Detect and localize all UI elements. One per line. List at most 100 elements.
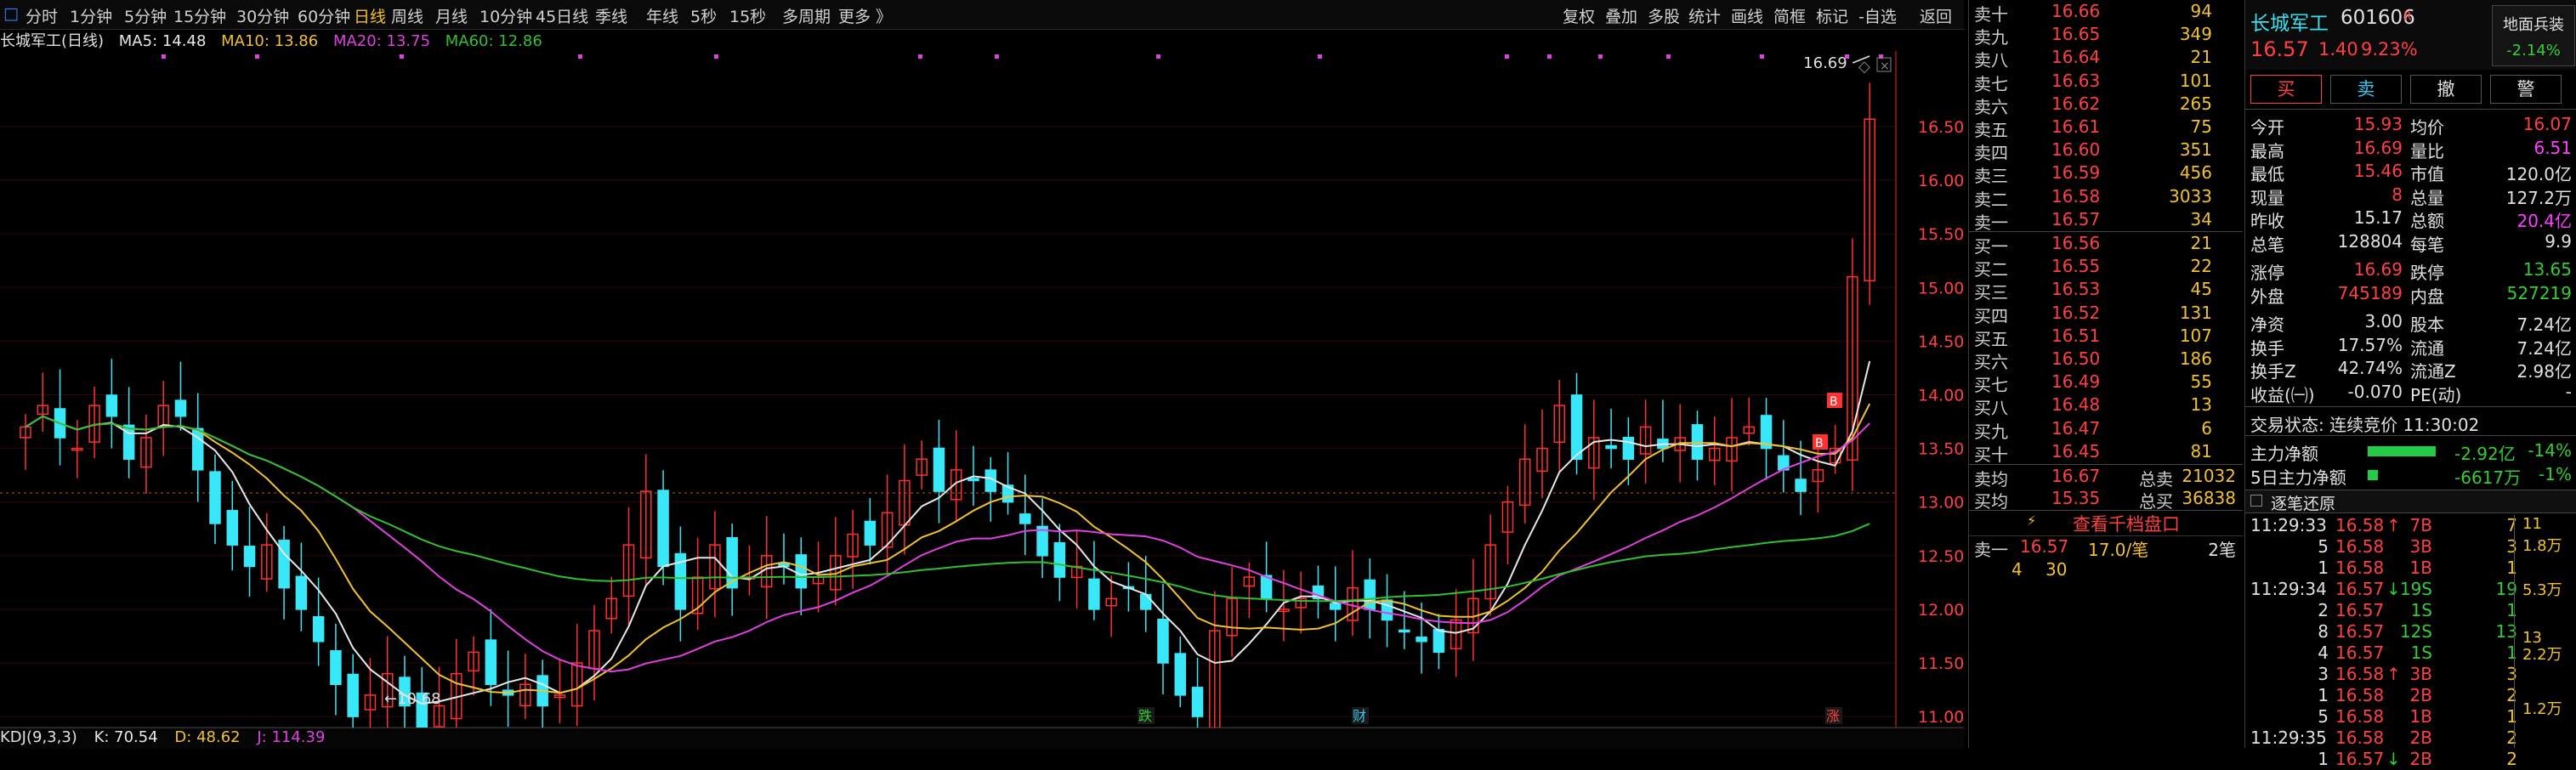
chart-tools: 复权 叠加 多股 统计 画线 简框 标记 -自选 返回	[1547, 0, 1964, 29]
period-tab-4[interactable]: 30分钟	[236, 4, 289, 27]
period-tab-2[interactable]: 5分钟	[124, 4, 167, 27]
period-tab-16[interactable]: 更多 》	[838, 4, 892, 27]
y-tick-label: 11.00	[1918, 708, 1964, 727]
bid-row[interactable]: 买二 16.55 22	[1969, 256, 2243, 280]
period-tab-8[interactable]: 月线	[435, 4, 468, 27]
ticks-header[interactable]: 逐笔还原	[2245, 490, 2576, 513]
tick-side-divider	[2514, 515, 2515, 748]
flow-value: -6617万	[2454, 467, 2522, 488]
stat-right-key: 流通	[2410, 337, 2444, 359]
period-tab-7[interactable]: 周线	[391, 4, 423, 27]
ticks-toggle-icon[interactable]	[2250, 495, 2262, 507]
ask-row[interactable]: 卖一 16.57 34	[1969, 209, 2243, 233]
candlestick-chart[interactable]: 16.50 16.00 15.50 15.00 14.50 14.00 13.50 13.00…	[0, 51, 1964, 728]
close-x-icon[interactable]: ×	[1880, 59, 1890, 73]
tool-button-3[interactable]: 统计	[1688, 4, 1721, 27]
stat-right-key: 每笔	[2410, 234, 2444, 255]
event-marker-label: 财	[1353, 708, 1366, 724]
bid-row[interactable]: 买四 16.52 131	[1969, 303, 2243, 326]
ask-price: 16.62	[2051, 93, 2101, 114]
tool-button-6[interactable]: 标记	[1816, 4, 1848, 27]
stat-left-key: 收益(㈠)	[2250, 384, 2315, 405]
bid-row[interactable]: 买七 16.49 55	[1969, 371, 2243, 395]
tick-price: 16.58	[2335, 685, 2385, 705]
period-tab-10[interactable]: 45日线	[536, 4, 588, 27]
stat-right-key: 总额	[2410, 211, 2444, 231]
y-tick-label: 13.50	[1918, 440, 1964, 459]
panel-divider	[2245, 435, 2576, 436]
ask-row[interactable]: 卖六 16.62 265	[1969, 93, 2243, 117]
candle-body	[864, 520, 877, 546]
sector-box[interactable]: 地面兵装 -2.14%	[2492, 5, 2575, 66]
arrow-down-icon: ↓	[2386, 749, 2401, 769]
trade-action-3[interactable]: 警	[2490, 75, 2562, 104]
period-tab-6[interactable]: 日线	[354, 4, 386, 27]
last-trade-b: 30	[2045, 559, 2068, 580]
tool-button-8[interactable]: 返回	[1920, 4, 1952, 27]
ask-price: 16.60	[2051, 139, 2101, 161]
period-tab-0[interactable]: 分时	[26, 4, 58, 27]
candle-body	[795, 554, 808, 589]
y-tick-label: 14.00	[1918, 387, 1964, 405]
period-tab-5[interactable]: 60分钟	[298, 4, 350, 27]
stat-left-key: 最低	[2250, 164, 2284, 184]
bid-row[interactable]: 买六 16.50 186	[1969, 348, 2243, 372]
ask-row[interactable]: 卖二 16.58 3033	[1969, 186, 2243, 210]
tool-button-7[interactable]: -自选	[1858, 4, 1897, 27]
ask-label: 卖七	[1974, 73, 2008, 94]
stat-right-key: PE(动)	[2410, 384, 2462, 405]
y-tick-label: 13.00	[1918, 494, 1964, 512]
period-tab-13[interactable]: 5秒	[690, 4, 717, 27]
event-dot	[1547, 54, 1552, 59]
tool-button-5[interactable]: 简框	[1773, 4, 1806, 27]
period-tab-9[interactable]: 10分钟	[479, 4, 532, 27]
bid-row[interactable]: 买三 16.53 45	[1969, 279, 2243, 303]
flow-bar	[2368, 446, 2436, 456]
ask-row[interactable]: 卖四 16.60 351	[1969, 139, 2243, 163]
ask-row[interactable]: 卖三 16.59 456	[1969, 162, 2243, 186]
ask-row[interactable]: 卖五 16.61 75	[1969, 116, 2243, 140]
trade-action-2[interactable]: 撤	[2410, 75, 2482, 104]
tool-button-1[interactable]: 叠加	[1605, 4, 1637, 27]
period-tab-12[interactable]: 年线	[646, 4, 678, 27]
stat-left-key: 净资	[2250, 314, 2284, 335]
bid-row[interactable]: 买一 16.56 21	[1969, 233, 2243, 257]
ask-label: 卖五	[1974, 120, 2008, 140]
bid-row[interactable]: 买十 16.45 81	[1969, 441, 2243, 465]
stat-left-value: 16.69	[2353, 137, 2403, 158]
stat-left-key: 换手	[2250, 337, 2284, 359]
period-tab-15[interactable]: 多周期	[782, 4, 831, 27]
view-1000-link[interactable]: 查看千档盘口	[2073, 511, 2180, 536]
ma60-label: MA60: 12.86	[445, 32, 542, 50]
sector-name: 地面兵装	[2503, 16, 2564, 34]
menu-square-icon[interactable]: □	[3, 4, 19, 23]
stock-name: 长城军工	[2250, 13, 2329, 35]
summary-price: 16.67	[2051, 466, 2101, 486]
period-tab-14[interactable]: 15秒	[729, 4, 766, 27]
ask-row[interactable]: 卖十 16.66 94	[1969, 1, 2243, 25]
bid-row[interactable]: 买八 16.48 13	[1969, 394, 2243, 418]
y-tick-label: 12.50	[1918, 547, 1964, 566]
ask-row[interactable]: 卖九 16.65 349	[1969, 24, 2243, 48]
tool-button-2[interactable]: 多股	[1648, 4, 1680, 27]
tick-time: 11:29:35	[2250, 728, 2327, 748]
stock-change: 1.40	[2318, 39, 2358, 59]
bid-row[interactable]: 买五 16.51 107	[1969, 326, 2243, 349]
tick-volume: 2B	[2409, 685, 2432, 705]
flow-pct: -14%	[2528, 440, 2572, 461]
trade-action-1[interactable]: 卖	[2330, 75, 2402, 104]
period-tab-11[interactable]: 季线	[595, 4, 627, 27]
ask-row[interactable]: 卖八 16.64 21	[1969, 47, 2243, 71]
quote-header: 长城军工 601606 R 16.57 1.40 9.23% 地面兵装 -2.1…	[2245, 0, 2576, 70]
bid-row[interactable]: 买九 16.47 6	[1969, 418, 2243, 442]
stat-right-key: 流通Z	[2410, 361, 2456, 382]
period-tab-3[interactable]: 15分钟	[173, 4, 226, 27]
book-divider	[1969, 464, 2243, 465]
period-tab-1[interactable]: 1分钟	[70, 4, 112, 27]
tool-button-4[interactable]: 画线	[1731, 4, 1763, 27]
diamond-icon[interactable]: ◇	[1858, 58, 1870, 76]
trade-action-0[interactable]: 买	[2250, 75, 2322, 104]
tool-button-0[interactable]: 复权	[1563, 4, 1595, 27]
chart-title: 长城军工(日线)	[0, 32, 105, 50]
ask-row[interactable]: 卖七 16.63 101	[1969, 71, 2243, 94]
